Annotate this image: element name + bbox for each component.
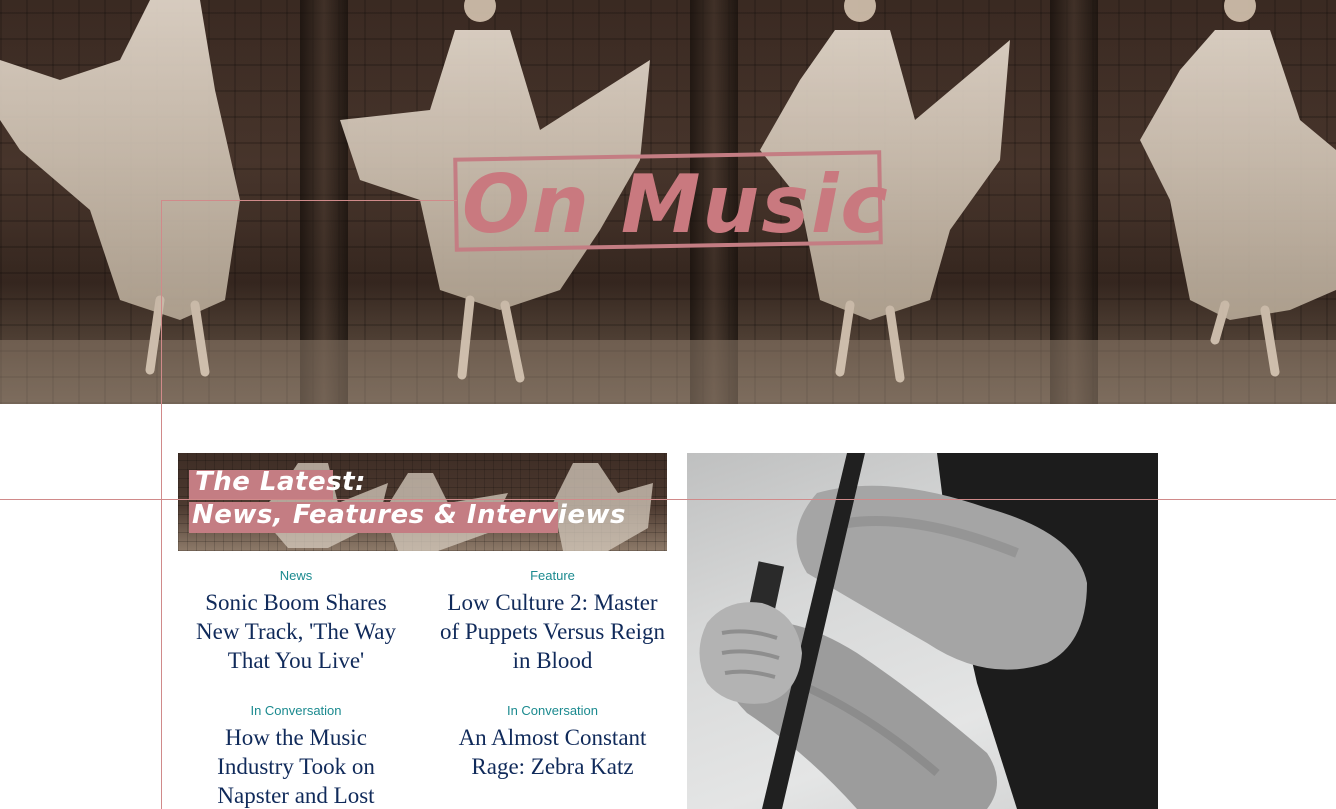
post-card[interactable]: In Conversation An Almost Constant Rage:…	[440, 702, 665, 781]
post-card[interactable]: News Sonic Boom Shares New Track, 'The W…	[183, 567, 409, 675]
guide-line	[161, 200, 457, 201]
banner-subheading: News, Features & Interviews	[192, 500, 626, 530]
post-title[interactable]: Sonic Boom Shares New Track, 'The Way Th…	[183, 588, 409, 675]
post-card[interactable]: Feature Low Culture 2: Master of Puppets…	[437, 567, 668, 675]
post-title[interactable]: Low Culture 2: Master of Puppets Versus …	[437, 588, 668, 675]
banner-heading: The Latest:	[195, 467, 366, 497]
feature-photo[interactable]	[687, 453, 1158, 809]
post-title[interactable]: How the Music Industry Took on Napster a…	[193, 723, 399, 809]
latest-banner[interactable]: The Latest: News, Features & Interviews	[178, 453, 667, 551]
post-category[interactable]: News	[183, 567, 409, 585]
hero-banner: On Music	[0, 0, 1336, 404]
post-title[interactable]: An Almost Constant Rage: Zebra Katz	[440, 723, 665, 781]
post-category[interactable]: In Conversation	[440, 702, 665, 720]
post-category[interactable]: Feature	[437, 567, 668, 585]
guide-line	[161, 201, 162, 809]
microphone-stand-photo	[699, 453, 1158, 809]
guide-line	[0, 499, 1336, 500]
post-category[interactable]: In Conversation	[193, 702, 399, 720]
post-card[interactable]: In Conversation How the Music Industry T…	[193, 702, 399, 809]
page-title: On Music	[462, 158, 890, 251]
